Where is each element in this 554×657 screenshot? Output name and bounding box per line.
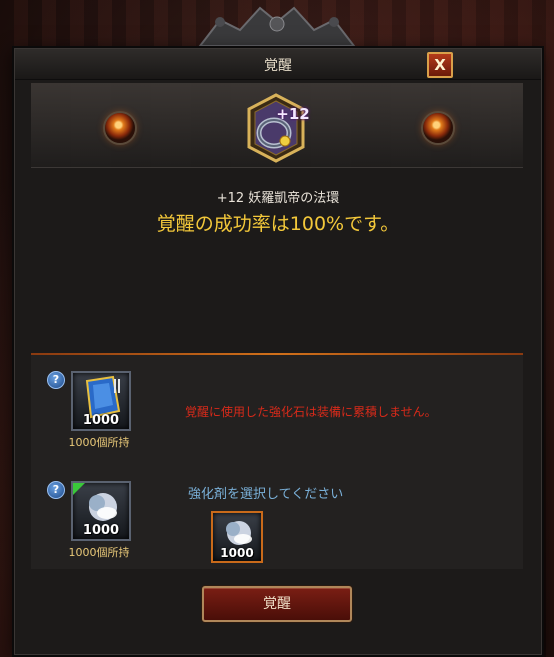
ring-item-icon[interactable] — [245, 93, 307, 163]
enhancer-owned-count: 1000個所持 — [68, 546, 130, 559]
item-enhance-level: +12 — [276, 105, 310, 123]
dialog-title: 覚醒 — [264, 58, 292, 74]
right-orb-ornament — [423, 113, 453, 143]
stone-help-icon[interactable]: ? — [47, 371, 65, 389]
awaken-button[interactable]: 覚醒 — [202, 586, 352, 622]
success-rate-message: 覚醒の成功率は100%です。 — [156, 213, 400, 235]
stone-count: 1000 — [82, 413, 120, 428]
close-button[interactable]: X — [427, 52, 453, 78]
awakening-dialog: 覚醒 X +12 +12 妖羅凱帝の法環 覚醒の成功率は100%です。 ? 10… — [14, 48, 542, 655]
enhancer-slot[interactable]: 1000 — [71, 481, 131, 541]
stone-owned-count: 1000個所持 — [68, 436, 130, 449]
select-enhancer-prompt: 強化剤を選択してください — [188, 487, 344, 502]
title-bar[interactable]: 覚醒 X — [15, 49, 541, 80]
stone-warning-text: 覚醒に使用した強化石は装備に累積しません。 — [185, 405, 437, 419]
enhancement-stone-slot[interactable]: 1000 — [71, 371, 131, 431]
item-name: +12 妖羅凱帝の法環 — [216, 191, 340, 206]
enhancer-count: 1000 — [82, 523, 120, 538]
left-orb-ornament — [105, 113, 135, 143]
enhancer-help-icon[interactable]: ? — [47, 481, 65, 499]
top-ornament — [198, 6, 356, 46]
selectable-enhancer-slot[interactable]: 1000 — [211, 511, 263, 563]
selected-enhancer-count: 1000 — [220, 546, 254, 560]
